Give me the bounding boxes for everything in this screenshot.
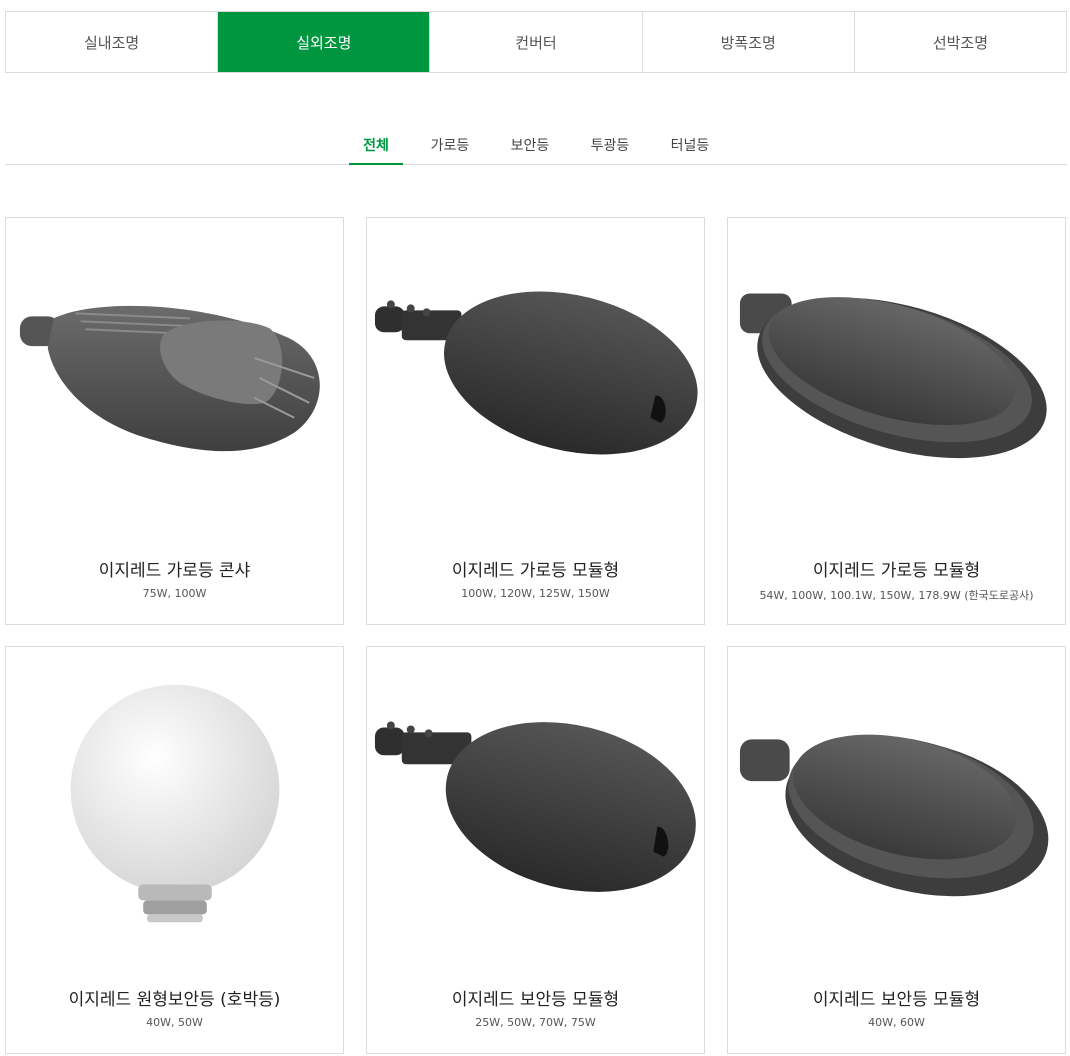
tab-marine-lighting[interactable]: 선박조명 [855, 12, 1066, 72]
main-category-tabs: 실내조명 실외조명 컨버터 방폭조명 선박조명 [5, 11, 1067, 73]
tab-indoor-lighting[interactable]: 실내조명 [6, 12, 219, 72]
product-card[interactable]: 이지레드 가로등 모듈형 54W, 100W, 100.1W, 150W, 17… [727, 217, 1066, 625]
tab-converter[interactable]: 컨버터 [430, 12, 643, 72]
globe-light-icon [70, 684, 280, 923]
subtab-street-light[interactable]: 가로등 [425, 127, 475, 165]
product-card[interactable]: 이지레드 보안등 모듈형 25W, 50W, 70W, 75W [366, 646, 705, 1054]
tab-outdoor-lighting[interactable]: 실외조명 [218, 12, 431, 72]
dome-security-light-icon [739, 734, 1049, 897]
product-card[interactable]: 이지레드 가로등 콘샤 75W, 100W [5, 217, 344, 625]
oval-security-light-icon [374, 721, 696, 892]
subtab-security-light[interactable]: 보안등 [505, 127, 555, 165]
product-spec: 75W, 100W [142, 587, 207, 600]
product-title: 이지레드 보안등 모듈형 [812, 990, 981, 1010]
cobra-street-light-icon [19, 305, 320, 452]
product-spec: 25W, 50W, 70W, 75W [475, 1016, 596, 1029]
product-title: 이지레드 보안등 모듈형 [451, 990, 620, 1010]
product-title: 이지레드 원형보안등 (호박등) [68, 990, 281, 1010]
product-title: 이지레드 가로등 모듈형 [812, 561, 981, 581]
product-card[interactable]: 이지레드 가로등 모듈형 100W, 120W, 125W, 150W [366, 217, 705, 625]
dome-street-light-icon [739, 293, 1047, 459]
product-spec: 40W, 50W [146, 1016, 203, 1029]
subtab-tunnel-light[interactable]: 터널등 [665, 127, 715, 165]
sub-category-tabs: 전체 가로등 보안등 투광등 터널등 [5, 127, 1067, 165]
product-spec: 100W, 120W, 125W, 150W [461, 587, 610, 600]
subtab-flood-light[interactable]: 투광등 [585, 127, 635, 165]
product-title: 이지레드 가로등 모듈형 [451, 561, 620, 581]
tab-explosion-proof-lighting[interactable]: 방폭조명 [643, 12, 855, 72]
product-card[interactable]: 이지레드 보안등 모듈형 40W, 60W [727, 646, 1066, 1054]
subtab-all[interactable]: 전체 [349, 127, 403, 165]
product-spec: 40W, 60W [868, 1016, 925, 1029]
product-card[interactable]: 이지레드 원형보안등 (호박등) 40W, 50W [5, 646, 344, 1054]
oval-street-light-icon [374, 291, 698, 455]
product-spec: 54W, 100W, 100.1W, 150W, 178.9W (한국도로공사) [759, 589, 1034, 602]
product-title: 이지레드 가로등 콘샤 [98, 561, 251, 581]
